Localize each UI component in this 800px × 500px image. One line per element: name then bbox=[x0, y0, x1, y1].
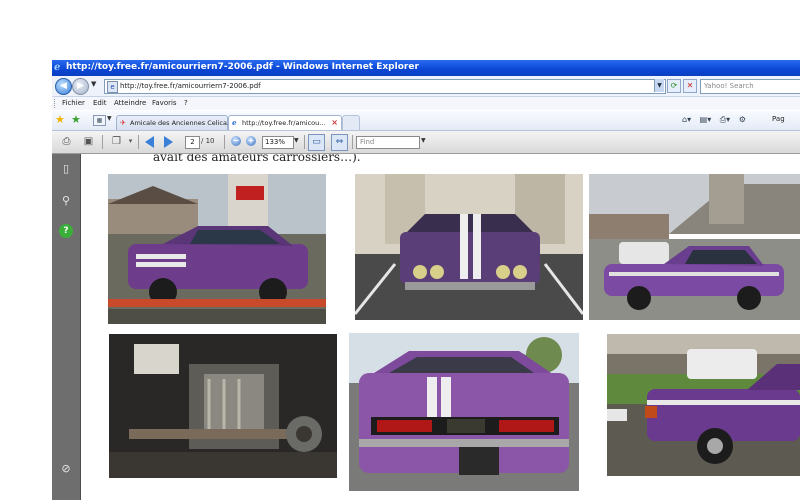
copy-dropdown-icon[interactable]: ▾ bbox=[124, 135, 137, 148]
photo-celica-rear-taillights bbox=[349, 333, 579, 491]
next-page-icon[interactable] bbox=[164, 136, 173, 148]
close-tab-icon[interactable]: × bbox=[331, 118, 338, 127]
toolbar-divider bbox=[304, 135, 305, 149]
toolbar-divider bbox=[352, 135, 353, 149]
tab-pdf[interactable]: ℯ http://toy.free.fr/amicou... × bbox=[228, 115, 342, 130]
back-button[interactable]: ◀ bbox=[55, 78, 72, 95]
amicale-favicon-icon: ✈ bbox=[120, 119, 126, 127]
fit-width-icon[interactable]: ⇔ bbox=[331, 134, 348, 151]
page-total: / 10 bbox=[201, 137, 215, 145]
menu-item-favoris[interactable]: Favoris bbox=[152, 99, 177, 107]
document-text: avait des amateurs carrossiers…). bbox=[153, 154, 361, 164]
url-text: http://toy.free.fr/amicourriern7-2006.pd… bbox=[120, 82, 261, 90]
page-icon: e bbox=[107, 81, 118, 93]
tab-bar: ★ ★ ▦ ▼ ✈ Amicale des Anciennes Celica..… bbox=[52, 111, 800, 131]
new-tab-button[interactable] bbox=[342, 115, 360, 130]
photo-purple-celica-side-by-church bbox=[589, 174, 800, 320]
search-placeholder: Yahoo! Search bbox=[704, 82, 754, 90]
save-icon[interactable]: ▣ bbox=[82, 135, 95, 148]
search-input[interactable]: Yahoo! Search bbox=[700, 79, 800, 94]
stop-button[interactable]: ✕ bbox=[683, 79, 697, 93]
paperclip-icon[interactable]: ⊘ bbox=[59, 462, 73, 476]
copy-icon[interactable]: ❐ bbox=[110, 135, 123, 148]
photo-purple-celica-on-trailer bbox=[108, 174, 326, 324]
quick-tabs-icon[interactable]: ▦ bbox=[93, 115, 106, 126]
ie-logo-icon: ℯ bbox=[54, 62, 61, 73]
url-field[interactable]: e http://toy.free.fr/amicourriern7-2006.… bbox=[104, 79, 666, 94]
previous-page-icon[interactable] bbox=[145, 136, 154, 148]
find-placeholder: Find bbox=[360, 138, 375, 146]
attachments-binocular-icon[interactable]: ⚲ bbox=[59, 194, 73, 208]
tab-label: http://toy.free.fr/amicou... bbox=[242, 119, 326, 127]
pages-icon[interactable]: ▯ bbox=[59, 162, 73, 176]
page-menu-label[interactable]: Pag bbox=[772, 115, 785, 123]
fit-page-icon[interactable]: ▭ bbox=[308, 134, 325, 151]
window-title: http://toy.free.fr/amicourriern7-2006.pd… bbox=[66, 62, 419, 72]
tab-amicale[interactable]: ✈ Amicale des Anciennes Celica... bbox=[116, 115, 233, 130]
forward-button[interactable]: ▶ bbox=[72, 78, 89, 95]
back-arrow-icon: ◀ bbox=[60, 81, 67, 91]
add-favorite-icon[interactable]: ★ bbox=[71, 114, 81, 126]
tools-icon[interactable]: ⚙ bbox=[739, 115, 746, 124]
zoom-out-icon[interactable]: − bbox=[231, 136, 241, 146]
zoom-dropdown-icon[interactable]: ▼ bbox=[294, 137, 299, 144]
find-input[interactable]: Find bbox=[356, 136, 420, 149]
feeds-icon[interactable]: ▤▾ bbox=[700, 115, 712, 124]
toolbar-divider bbox=[102, 135, 103, 149]
help-icon[interactable]: ? bbox=[59, 224, 73, 238]
find-dropdown-icon[interactable]: ▼ bbox=[421, 137, 426, 144]
pdf-toolbar: ⎙ ▣ ❐ ▾ 2 / 10 − + 133% ▼ ▭ ⇔ Find ▼ bbox=[52, 131, 800, 154]
browser-window: ℯ http://toy.free.fr/amicourriern7-2006.… bbox=[52, 60, 800, 500]
tab-list-dropdown-icon[interactable]: ▼ bbox=[107, 115, 112, 122]
refresh-button[interactable]: ⟳ bbox=[667, 79, 681, 93]
history-dropdown-icon[interactable]: ▼ bbox=[91, 80, 96, 88]
menu-item-edit[interactable]: Edit bbox=[93, 99, 107, 107]
photo-celica-side-grass-lot bbox=[607, 334, 800, 476]
zoom-field[interactable]: 133% bbox=[262, 136, 294, 149]
menu-bar: Fichier Edit Atteindre Favoris ? bbox=[52, 97, 800, 110]
zoom-in-icon[interactable]: + bbox=[246, 136, 256, 146]
url-dropdown-icon[interactable]: ▼ bbox=[654, 79, 664, 92]
favorites-star-icon[interactable]: ★ bbox=[55, 114, 65, 126]
command-bar: ⌂▾ ▤▾ ⎙▾ ⚙ bbox=[682, 115, 752, 125]
title-bar[interactable]: ℯ http://toy.free.fr/amicourriern7-2006.… bbox=[52, 60, 800, 76]
photo-engine-bay-closeup bbox=[109, 334, 337, 478]
pdf-navigation-panel: ▯ ⚲ ? ⊘ bbox=[52, 154, 81, 500]
print-icon[interactable]: ⎙ bbox=[60, 135, 73, 148]
page-number-input[interactable]: 2 bbox=[185, 136, 200, 149]
ie-page-favicon-icon: ℯ bbox=[232, 119, 237, 127]
address-bar: ◀ ▶ ▼ e http://toy.free.fr/amicourriern7… bbox=[52, 76, 800, 97]
toolbar-divider bbox=[138, 135, 139, 149]
photo-celica-front-hood-stripes bbox=[355, 174, 583, 320]
tab-label: Amicale des Anciennes Celica... bbox=[130, 119, 234, 127]
toolbar-divider bbox=[224, 135, 225, 149]
menu-item-fichier[interactable]: Fichier bbox=[62, 99, 85, 107]
menu-grip bbox=[54, 99, 57, 108]
home-icon[interactable]: ⌂▾ bbox=[682, 115, 691, 124]
menu-item-help[interactable]: ? bbox=[184, 99, 188, 107]
print-icon[interactable]: ⎙▾ bbox=[720, 115, 730, 124]
forward-arrow-icon: ▶ bbox=[77, 81, 84, 91]
pdf-document-view[interactable]: avait des amateurs carrossiers…). bbox=[81, 154, 800, 500]
menu-item-atteindre[interactable]: Atteindre bbox=[114, 99, 146, 107]
